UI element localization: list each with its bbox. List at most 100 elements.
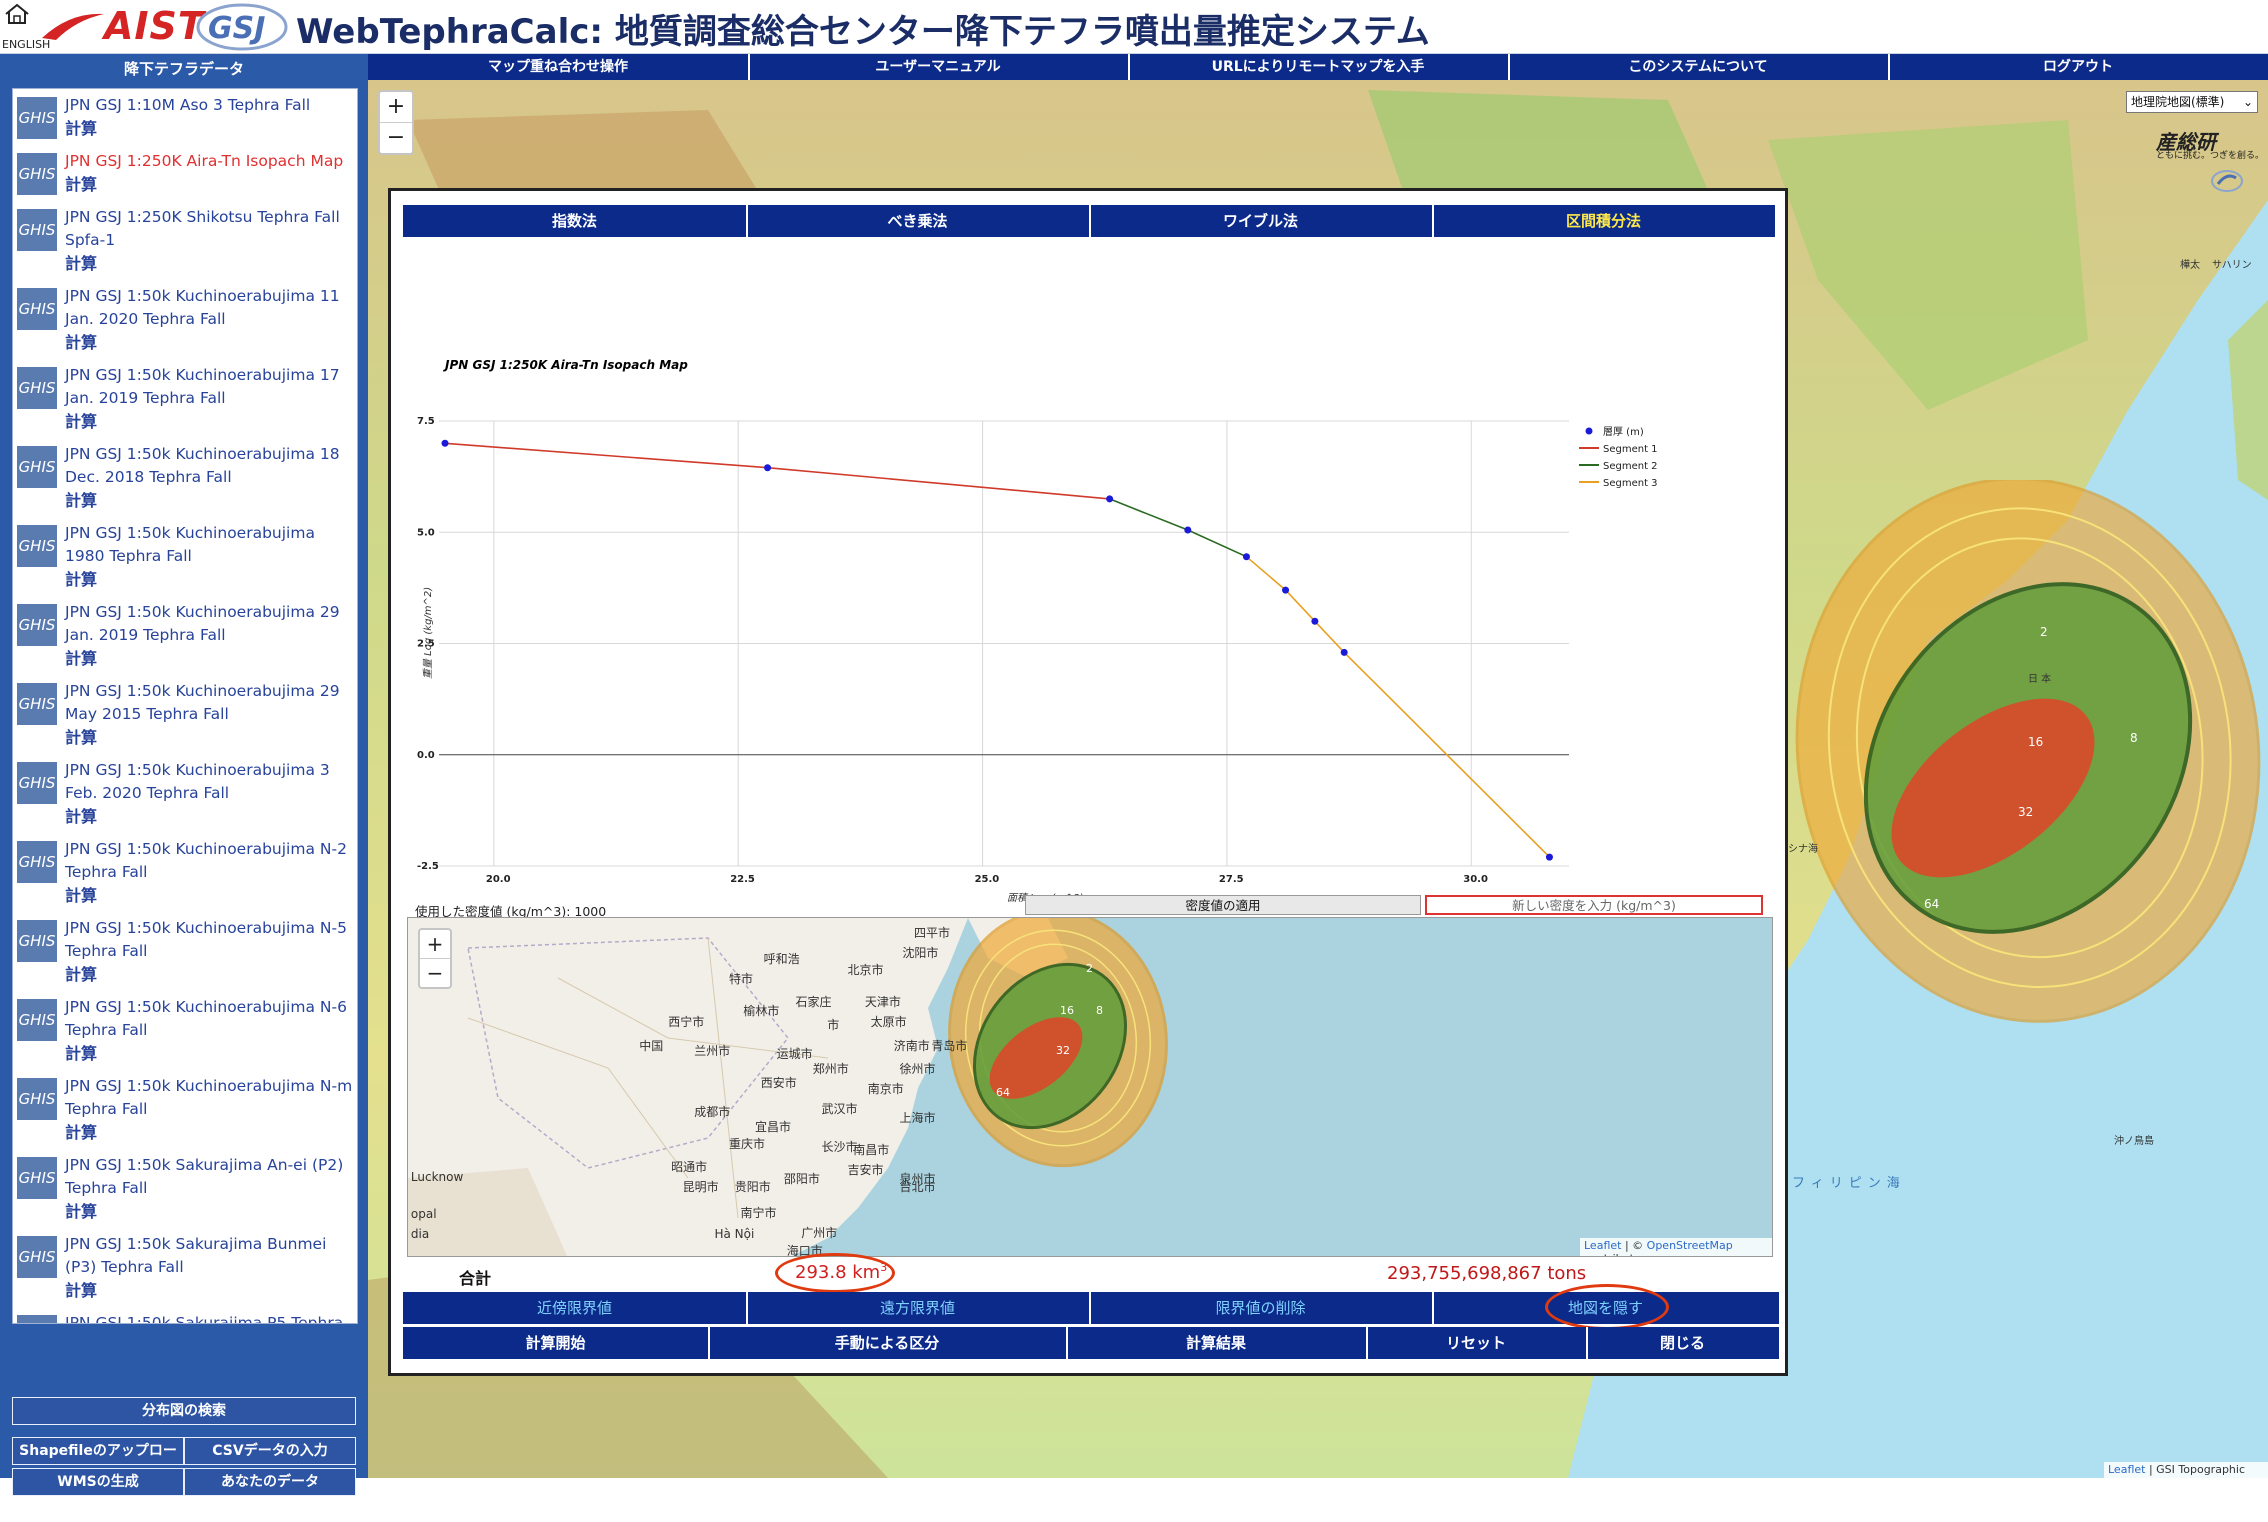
ghis-badge-icon: GHIS	[17, 762, 57, 804]
list-item[interactable]: GHIS JPN GSJ 1:50k Kuchinoerabujima 17 Ja…	[13, 359, 357, 438]
mini-leaflet-link[interactable]: Leaflet	[1584, 1239, 1621, 1252]
data-point	[1545, 853, 1553, 861]
list-item-name[interactable]: JPN GSJ 1:10M Aso 3 Tephra Fall	[65, 94, 353, 117]
home-icon[interactable]	[4, 3, 30, 25]
calc-link[interactable]: 計算	[65, 963, 353, 987]
mini-zoom-out-button[interactable]: −	[420, 959, 450, 987]
list-item-name[interactable]: JPN GSJ 1:250K Aira-Tn Isopach Map	[65, 150, 353, 173]
close-button[interactable]: 閉じる	[1586, 1327, 1779, 1359]
list-item[interactable]: GHIS JPN GSJ 1:50k Kuchinoerabujima N-6 T…	[13, 991, 357, 1070]
delete-limit-button[interactable]: 限界値の削除	[1089, 1292, 1434, 1324]
basemap-select[interactable]: 地理院地図(標準) ⌄	[2126, 91, 2258, 113]
list-item[interactable]: GHIS JPN GSJ 1:50k Kuchinoerabujima N-m T…	[13, 1070, 357, 1149]
isopach-overlay[interactable]: 2 16 8 32 64	[1778, 480, 2268, 1040]
list-item[interactable]: GHIS JPN GSJ 1:50k Sakurajima Bunmei (P3)…	[13, 1228, 357, 1307]
list-item-name[interactable]: JPN GSJ 1:50k Kuchinoerabujima N-6 Tephr…	[65, 996, 353, 1042]
tab-weibull[interactable]: ワイブル法	[1089, 205, 1434, 237]
leaflet-link[interactable]: Leaflet	[2108, 1463, 2145, 1476]
list-item[interactable]: GHIS JPN GSJ 1:10M Aso 3 Tephra Fall 計算	[13, 89, 357, 145]
mini-map-label: 济南市	[893, 1038, 930, 1053]
ghis-badge-icon: GHIS	[17, 209, 57, 251]
list-item-name[interactable]: JPN GSJ 1:50k Kuchinoerabujima N-5 Tephr…	[65, 917, 353, 963]
list-item-name[interactable]: JPN GSJ 1:50k Kuchinoerabujima 29 Jan. 2…	[65, 601, 353, 647]
tephra-list[interactable]: GHIS JPN GSJ 1:10M Aso 3 Tephra Fall 計算 GHI…	[12, 88, 358, 1324]
calc-link[interactable]: 計算	[65, 331, 353, 355]
list-item[interactable]: GHIS JPN GSJ 1:50k Kuchinoerabujima 29 Ja…	[13, 596, 357, 675]
list-item-name[interactable]: JPN GSJ 1:250K Shikotsu Tephra Fall Spfa…	[65, 206, 353, 252]
tab-power-law[interactable]: べき乗法	[746, 205, 1091, 237]
list-item-name[interactable]: JPN GSJ 1:50k Kuchinoerabujima N-2 Tephr…	[65, 838, 353, 884]
mini-map-label: 四平市	[913, 925, 950, 940]
calc-link[interactable]: 計算	[65, 1121, 353, 1145]
calc-link[interactable]: 計算	[65, 1279, 353, 1303]
nav-remote-map[interactable]: URLによりリモートマップを入手	[1128, 54, 1510, 80]
list-item-name[interactable]: JPN GSJ 1:50k Kuchinoerabujima 1980 Teph…	[65, 522, 353, 568]
list-item[interactable]: GHIS JPN GSJ 1:50k Kuchinoerabujima 18 De…	[13, 438, 357, 517]
list-item-name[interactable]: JPN GSJ 1:50k Kuchinoerabujima 29 May 20…	[65, 680, 353, 726]
calc-link[interactable]: 計算	[65, 117, 353, 141]
osm-link[interactable]: OpenStreetMap	[1647, 1239, 1733, 1252]
list-item-name[interactable]: JPN GSJ 1:50k Kuchinoerabujima 17 Jan. 2…	[65, 364, 353, 410]
calc-link[interactable]: 計算	[65, 173, 353, 197]
list-item[interactable]: GHIS JPN GSJ 1:50k Kuchinoerabujima 3 Feb…	[13, 754, 357, 833]
list-item-name[interactable]: JPN GSJ 1:50k Kuchinoerabujima 3 Feb. 20…	[65, 759, 353, 805]
list-item-name[interactable]: JPN GSJ 1:50k Sakurajima P5 Tephra Fall	[65, 1312, 353, 1323]
tab-segment-integration[interactable]: 区間積分法	[1432, 205, 1775, 237]
mini-isopach-label: 2	[1086, 962, 1093, 975]
list-item[interactable]: GHIS JPN GSJ 1:50k Sakurajima P5 Tephra F…	[13, 1307, 357, 1323]
chart-y-label: 重量 Log (kg/m^2)	[422, 587, 434, 679]
list-item-name[interactable]: JPN GSJ 1:50k Kuchinoerabujima 18 Dec. 2…	[65, 443, 353, 489]
calc-link[interactable]: 計算	[65, 489, 353, 513]
mini-map-label: 南宁市	[740, 1206, 777, 1221]
list-item-name[interactable]: JPN GSJ 1:50k Kuchinoerabujima N-m Tephr…	[65, 1075, 353, 1121]
list-item[interactable]: GHIS JPN GSJ 1:250K Shikotsu Tephra Fall …	[13, 201, 357, 280]
map-place-label: 日 本	[2028, 674, 2052, 685]
calc-link[interactable]: 計算	[65, 1042, 353, 1066]
nav-map-overlay[interactable]: マップ重ね合わせ操作	[368, 54, 750, 80]
calc-link[interactable]: 計算	[65, 568, 353, 592]
list-item[interactable]: GHIS JPN GSJ 1:50k Kuchinoerabujima 29 Ma…	[13, 675, 357, 754]
zoom-in-button[interactable]: +	[380, 92, 412, 123]
calc-link[interactable]: 計算	[65, 410, 353, 434]
reset-button[interactable]: リセット	[1366, 1327, 1588, 1359]
calc-link[interactable]: 計算	[65, 1200, 353, 1224]
nav-logout[interactable]: ログアウト	[1888, 54, 2268, 80]
mini-isopach-overlay[interactable]: 2 16 8 32 64	[938, 918, 1178, 1178]
shapefile-upload-button[interactable]: Shapefileのアップロード	[12, 1437, 184, 1485]
density-input[interactable]: 新しい密度を入力 (kg/m^3)	[1425, 895, 1763, 915]
wms-generate-button[interactable]: WMSの生成	[12, 1468, 184, 1496]
mini-zoom-in-button[interactable]: +	[420, 930, 450, 959]
list-item[interactable]: GHIS JPN GSJ 1:50k Kuchinoerabujima N-5 T…	[13, 912, 357, 991]
list-item-name[interactable]: JPN GSJ 1:50k Sakurajima An-ei (P2) Teph…	[65, 1154, 353, 1200]
list-item[interactable]: GHIS JPN GSJ 1:50k Kuchinoerabujima 11 Ja…	[13, 280, 357, 359]
calc-result-button[interactable]: 計算結果	[1066, 1327, 1368, 1359]
start-calc-button[interactable]: 計算開始	[403, 1327, 710, 1359]
action-button-row: 計算開始 手動による区分 計算結果 リセット 閉じる	[403, 1327, 1779, 1359]
list-item[interactable]: GHIS JPN GSJ 1:250K Aira-Tn Isopach Map 計算	[13, 145, 357, 201]
nav-about[interactable]: このシステムについて	[1508, 54, 1890, 80]
csv-input-button[interactable]: CSVデータの入力	[184, 1437, 356, 1465]
your-data-button[interactable]: あなたのデータ	[184, 1468, 356, 1496]
list-item-name[interactable]: JPN GSJ 1:50k Sakurajima Bunmei (P3) Tep…	[65, 1233, 353, 1279]
calc-link[interactable]: 計算	[65, 252, 353, 276]
far-limit-button[interactable]: 遠方限界値	[746, 1292, 1091, 1324]
density-apply-button[interactable]: 密度値の適用	[1025, 895, 1421, 915]
manual-segment-button[interactable]: 手動による区分	[708, 1327, 1068, 1359]
mini-map[interactable]: 2 16 8 32 64 四平市 沈阳市 呼和浩 北京市 特市 天津市 石家庄 榆林市市 西宁市…	[407, 917, 1773, 1257]
near-limit-button[interactable]: 近傍限界値	[403, 1292, 748, 1324]
calc-link[interactable]: 計算	[65, 647, 353, 671]
nav-user-manual[interactable]: ユーザーマニュアル	[748, 54, 1130, 80]
list-item[interactable]: GHIS JPN GSJ 1:50k Kuchinoerabujima N-2 T…	[13, 833, 357, 912]
calc-link[interactable]: 計算	[65, 805, 353, 829]
list-item-name[interactable]: JPN GSJ 1:50k Kuchinoerabujima 11 Jan. 2…	[65, 285, 353, 331]
mini-map-label: 运城市	[776, 1047, 813, 1062]
calc-link[interactable]: 計算	[65, 884, 353, 908]
main-map[interactable]: 2 16 8 32 64 樺太 サハリン 日 本 東シナ海 フィリピン海 沖ノ鳥…	[368, 80, 2268, 1478]
list-item[interactable]: GHIS JPN GSJ 1:50k Sakurajima An-ei (P2) …	[13, 1149, 357, 1228]
zoom-out-button[interactable]: −	[380, 123, 412, 153]
tab-exponential[interactable]: 指数法	[403, 205, 748, 237]
calc-link[interactable]: 計算	[65, 726, 353, 750]
mini-map-label: 西宁市	[668, 1015, 705, 1030]
distribution-search-button[interactable]: 分布図の検索	[12, 1397, 356, 1425]
list-item[interactable]: GHIS JPN GSJ 1:50k Kuchinoerabujima 1980 …	[13, 517, 357, 596]
